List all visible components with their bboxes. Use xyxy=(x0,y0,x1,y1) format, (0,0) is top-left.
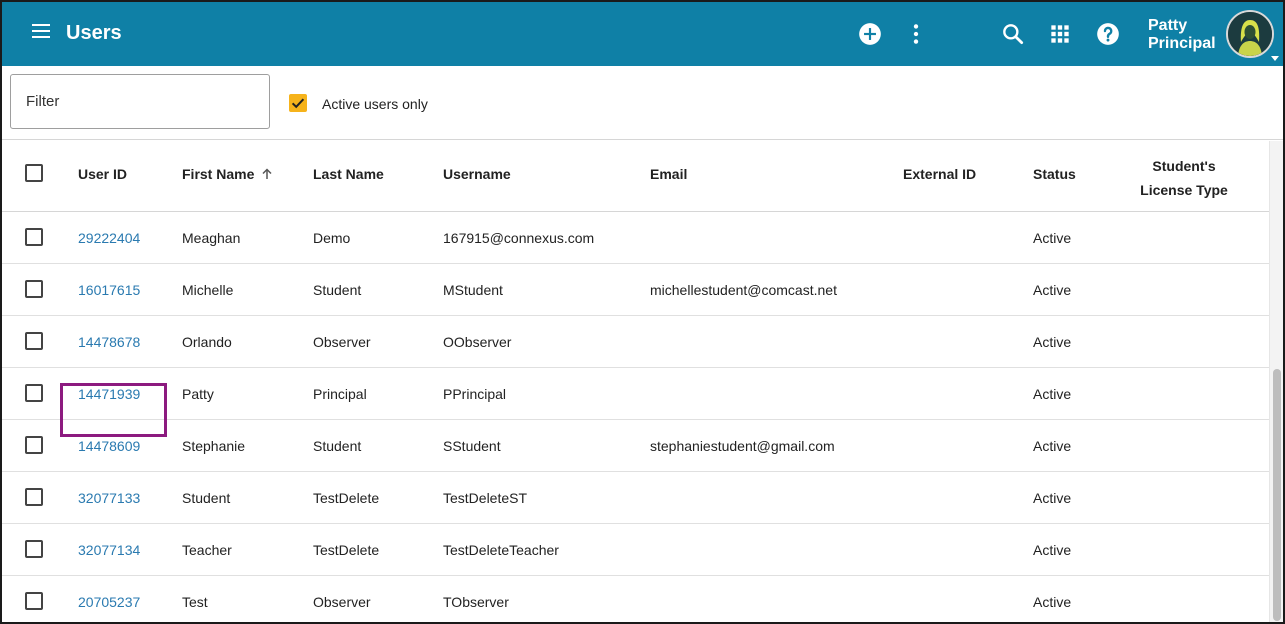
row-first-name: Teacher xyxy=(182,542,232,558)
table-row[interactable]: 14478678 Orlando Observer OObserver Active xyxy=(2,316,1269,368)
row-last-name: Observer xyxy=(313,594,371,610)
header-first-name[interactable]: First Name xyxy=(182,166,273,182)
filter-input[interactable] xyxy=(10,74,270,129)
row-email: stephaniestudent@gmail.com xyxy=(650,438,835,454)
header-status[interactable]: Status xyxy=(1033,166,1076,182)
top-app-bar: Users Patty Principal xyxy=(2,2,1283,66)
table-row[interactable]: 14471939 Patty Principal PPrincipal Active xyxy=(2,368,1269,420)
row-status: Active xyxy=(1033,386,1072,402)
row-user-id[interactable]: 20705237 xyxy=(78,594,140,610)
row-user-id[interactable]: 14471939 xyxy=(78,386,140,402)
row-checkbox[interactable] xyxy=(25,384,43,402)
user-first-name: Patty xyxy=(1148,17,1188,34)
row-first-name: Test xyxy=(182,594,208,610)
header-last-name[interactable]: Last Name xyxy=(313,166,384,182)
row-user-id[interactable]: 29222404 xyxy=(78,230,140,246)
user-last-name: Principal xyxy=(1148,35,1216,52)
header-license-line2: License Type xyxy=(1140,182,1228,198)
row-user-id[interactable]: 16017615 xyxy=(78,282,140,298)
row-status: Active xyxy=(1033,542,1072,558)
row-checkbox[interactable] xyxy=(25,592,43,610)
row-last-name: TestDelete xyxy=(313,490,380,506)
row-user-id[interactable]: 14478678 xyxy=(78,334,140,350)
search-icon[interactable] xyxy=(1000,21,1026,47)
row-status: Active xyxy=(1033,282,1072,298)
row-status: Active xyxy=(1033,438,1072,454)
header-license-line1: Student's xyxy=(1152,158,1216,174)
row-first-name: Meaghan xyxy=(182,230,241,246)
user-name[interactable]: Patty Principal xyxy=(1148,17,1216,53)
table-row[interactable]: 16017615 Michelle Student MStudent michelles… xyxy=(2,264,1269,316)
add-circle-icon[interactable] xyxy=(857,21,883,47)
row-last-name: Student xyxy=(313,438,362,454)
row-username: TestDeleteST xyxy=(443,490,528,506)
row-first-name: Orlando xyxy=(182,334,232,350)
row-last-name: TestDelete xyxy=(313,542,380,558)
row-last-name: Demo xyxy=(313,230,351,246)
row-username: 167915@connexus.com xyxy=(443,230,595,246)
row-user-id[interactable]: 14478609 xyxy=(78,438,140,454)
row-username: PPrincipal xyxy=(443,386,507,402)
scrollbar[interactable] xyxy=(1269,141,1283,622)
row-checkbox[interactable] xyxy=(25,280,43,298)
row-last-name: Principal xyxy=(313,386,367,402)
row-username: SStudent xyxy=(443,438,501,454)
active-users-checkbox[interactable] xyxy=(289,94,307,112)
table-row[interactable]: 14478609 Stephanie Student SStudent stephani… xyxy=(2,420,1269,472)
row-status: Active xyxy=(1033,490,1072,506)
row-status: Active xyxy=(1033,334,1072,350)
row-username: OObserver xyxy=(443,334,512,350)
row-status: Active xyxy=(1033,230,1072,246)
row-email: michellestudent@comcast.net xyxy=(650,282,837,298)
row-last-name: Observer xyxy=(313,334,371,350)
row-username: TObserver xyxy=(443,594,509,610)
menu-icon[interactable] xyxy=(32,24,50,44)
select-all-checkbox[interactable] xyxy=(25,164,43,182)
row-checkbox[interactable] xyxy=(25,332,43,350)
header-user-id[interactable]: User ID xyxy=(78,166,127,182)
filter-bar: Active users only xyxy=(2,66,1283,140)
app-frame: Users Patty Principal Filter Active user… xyxy=(0,0,1285,624)
page-title: Users xyxy=(66,22,122,44)
row-first-name: Patty xyxy=(182,386,214,402)
row-username: TestDeleteTeacher xyxy=(443,542,559,558)
more-vert-icon[interactable] xyxy=(903,21,929,47)
help-icon[interactable] xyxy=(1095,21,1121,47)
row-checkbox[interactable] xyxy=(25,488,43,506)
row-user-id[interactable]: 32077133 xyxy=(78,490,140,506)
active-users-label: Active users only xyxy=(322,96,428,112)
row-first-name: Michelle xyxy=(182,282,234,298)
header-first-name-label: First Name xyxy=(182,166,255,182)
header-email[interactable]: Email xyxy=(650,166,687,182)
avatar[interactable] xyxy=(1226,10,1274,58)
row-status: Active xyxy=(1033,594,1072,610)
table-row[interactable]: 32077133 Student TestDelete TestDeleteST Act… xyxy=(2,472,1269,524)
header-external-id[interactable]: External ID xyxy=(903,166,976,182)
row-checkbox[interactable] xyxy=(25,228,43,246)
row-checkbox[interactable] xyxy=(25,436,43,454)
row-last-name: Student xyxy=(313,282,362,298)
row-user-id[interactable]: 32077134 xyxy=(78,542,140,558)
row-first-name: Student xyxy=(182,490,231,506)
chevron-down-icon[interactable] xyxy=(1270,50,1280,61)
header-username[interactable]: Username xyxy=(443,166,511,182)
header-license-type[interactable]: Student's License Type xyxy=(1114,154,1254,202)
table-row[interactable]: 29222404 Meaghan Demo 167915@connexus.com Ac… xyxy=(2,212,1269,264)
row-first-name: Stephanie xyxy=(182,438,246,454)
apps-grid-icon[interactable] xyxy=(1047,21,1073,47)
scrollbar-thumb[interactable] xyxy=(1273,369,1281,621)
table-header: User ID First Name Last Name Username Em… xyxy=(2,141,1269,212)
sort-ascending-icon xyxy=(262,168,272,179)
table-row[interactable]: 20705237 Test Observer TObserver Active xyxy=(2,576,1269,622)
row-username: MStudent xyxy=(443,282,503,298)
checkmark-icon xyxy=(291,98,305,109)
row-checkbox[interactable] xyxy=(25,540,43,558)
users-table: User ID First Name Last Name Username Em… xyxy=(2,141,1269,622)
table-row[interactable]: 32077134 Teacher TestDelete TestDeleteTeach… xyxy=(2,524,1269,576)
